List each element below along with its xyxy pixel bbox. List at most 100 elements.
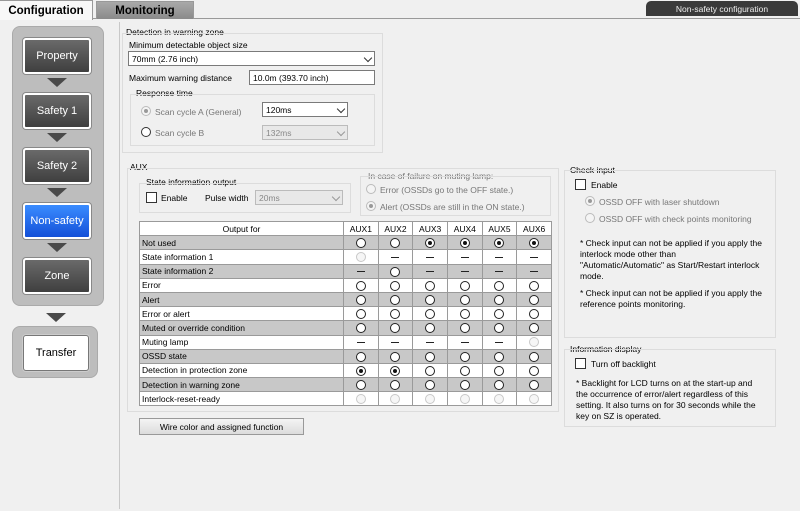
- info-note-line: key on SZ is operated.: [576, 411, 662, 421]
- transfer-button[interactable]: Transfer: [23, 335, 89, 371]
- aux-radio[interactable]: [529, 309, 540, 320]
- aux-radio[interactable]: [425, 394, 436, 405]
- check-input-enable-checkbox[interactable]: [575, 179, 586, 190]
- aux-radio[interactable]: [459, 365, 470, 376]
- aux-radio[interactable]: [459, 309, 470, 320]
- output-cell: [377, 249, 414, 265]
- aux-radio[interactable]: [355, 252, 366, 263]
- max-dist-field[interactable]: 10.0m (393.70 inch): [249, 70, 375, 85]
- aux-radio[interactable]: [355, 309, 366, 320]
- aux-radio[interactable]: [355, 238, 366, 249]
- scan-a-radio[interactable]: [141, 106, 151, 116]
- state-info-enable-checkbox[interactable]: [146, 192, 157, 203]
- output-cell: [446, 235, 483, 251]
- aux-radio[interactable]: [494, 294, 505, 305]
- aux-radio[interactable]: [390, 238, 401, 249]
- aux-radio[interactable]: [390, 294, 401, 305]
- aux-radio[interactable]: [494, 365, 505, 376]
- aux-radio[interactable]: [390, 309, 401, 320]
- aux-radio[interactable]: [494, 309, 505, 320]
- dash-icon: [460, 257, 469, 259]
- aux-radio[interactable]: [459, 394, 470, 405]
- aux-radio[interactable]: [529, 337, 540, 348]
- aux-radio[interactable]: [425, 309, 436, 320]
- pulse-width-select[interactable]: 20ms: [255, 190, 343, 205]
- row-label: Alert: [139, 291, 344, 308]
- aux-radio[interactable]: [425, 238, 436, 249]
- row-label: State information 1: [139, 249, 344, 265]
- aux-radio[interactable]: [425, 351, 436, 362]
- aux-radio[interactable]: [390, 266, 401, 277]
- aux-radio[interactable]: [355, 365, 366, 376]
- aux-radio[interactable]: [529, 294, 540, 305]
- aux-radio[interactable]: [459, 351, 470, 362]
- aux-radio[interactable]: [529, 280, 540, 291]
- aux-radio[interactable]: [390, 323, 401, 334]
- aux-radio[interactable]: [425, 323, 436, 334]
- aux-radio[interactable]: [494, 238, 505, 249]
- scan-b-select[interactable]: 132ms: [262, 125, 348, 140]
- muting-error-radio[interactable]: [366, 184, 376, 194]
- transfer-panel: Transfer: [12, 326, 98, 378]
- aux-radio[interactable]: [494, 394, 505, 405]
- scan-a-select[interactable]: 120ms: [262, 102, 348, 117]
- tab-configuration[interactable]: Configuration: [0, 0, 93, 20]
- backlight-checkbox[interactable]: [575, 358, 586, 369]
- step-non-safety[interactable]: Non-safety: [23, 203, 91, 239]
- output-cell: [412, 362, 448, 379]
- scan-a-label: Scan cycle A (General): [155, 107, 242, 117]
- scan-b-radio[interactable]: [141, 127, 151, 137]
- aux-radio[interactable]: [529, 394, 540, 405]
- aux-radio[interactable]: [494, 280, 505, 291]
- aux-radio[interactable]: [355, 323, 366, 334]
- step-zone[interactable]: Zone: [23, 258, 91, 294]
- step-property[interactable]: Property: [23, 38, 91, 74]
- output-cell: [516, 306, 552, 322]
- check-opt2-radio[interactable]: [585, 213, 595, 223]
- output-cell: [343, 249, 379, 265]
- aux-radio[interactable]: [529, 238, 540, 249]
- check-opt1-radio[interactable]: [585, 196, 595, 206]
- output-cell: [377, 291, 414, 308]
- aux-radio[interactable]: [529, 351, 540, 362]
- aux-radio[interactable]: [390, 394, 401, 405]
- aux-radio[interactable]: [529, 380, 540, 391]
- aux-radio[interactable]: [390, 351, 401, 362]
- step-safety-2[interactable]: Safety 2: [23, 148, 91, 184]
- aux-radio[interactable]: [355, 380, 366, 391]
- aux-radio[interactable]: [459, 280, 470, 291]
- aux-radio[interactable]: [494, 351, 505, 362]
- aux-radio[interactable]: [459, 238, 470, 249]
- aux-radio[interactable]: [529, 323, 540, 334]
- check-opt2-label: OSSD OFF with check points monitoring: [599, 214, 752, 224]
- dash-icon: [391, 342, 400, 344]
- wire-color-button[interactable]: Wire color and assigned function: [139, 418, 304, 435]
- tab-monitoring[interactable]: Monitoring: [96, 1, 194, 19]
- muting-alert-radio[interactable]: [366, 201, 376, 211]
- aux-radio[interactable]: [390, 380, 401, 391]
- aux-radio[interactable]: [355, 280, 366, 291]
- table-header-row: Output for AUX1 AUX2 AUX3 AUX4 AUX5 AUX6: [139, 220, 552, 237]
- aux-radio[interactable]: [494, 380, 505, 391]
- aux-radio[interactable]: [425, 380, 436, 391]
- output-cell: [481, 348, 518, 364]
- aux-radio[interactable]: [459, 323, 470, 334]
- aux-radio[interactable]: [355, 294, 366, 305]
- aux-radio[interactable]: [425, 280, 436, 291]
- aux-radio[interactable]: [355, 351, 366, 362]
- muting-alert-label: Alert (OSSDs are still in the ON state.): [380, 202, 525, 212]
- aux-radio[interactable]: [425, 294, 436, 305]
- output-cell: [377, 348, 414, 364]
- output-cell: [412, 291, 448, 308]
- aux-radio[interactable]: [355, 394, 366, 405]
- aux-radio[interactable]: [459, 380, 470, 391]
- aux-radio[interactable]: [390, 365, 401, 376]
- step-safety-1[interactable]: Safety 1: [23, 93, 91, 129]
- aux-radio[interactable]: [494, 323, 505, 334]
- aux-radio[interactable]: [529, 365, 540, 376]
- aux-radio[interactable]: [390, 280, 401, 291]
- aux-radio[interactable]: [425, 365, 436, 376]
- min-size-select[interactable]: 70mm (2.76 inch): [128, 51, 375, 66]
- aux-radio[interactable]: [459, 294, 470, 305]
- info-note-line: setting. It also turns on for 30 seconds…: [576, 400, 756, 410]
